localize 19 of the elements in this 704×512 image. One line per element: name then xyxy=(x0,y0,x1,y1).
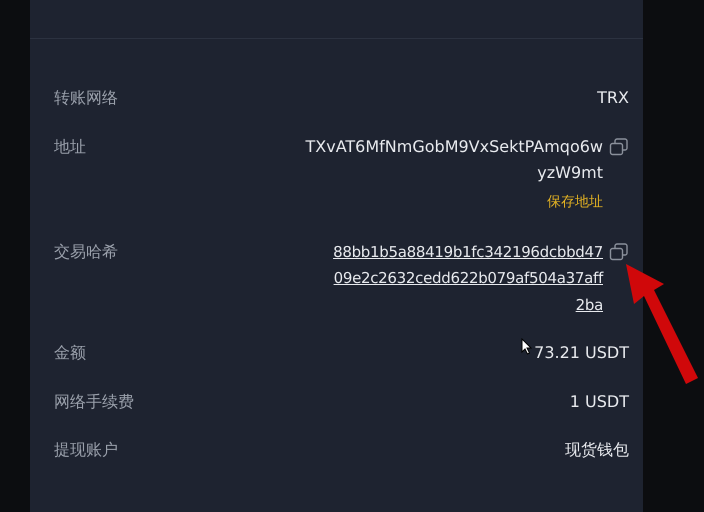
hash-link[interactable]: 2ba xyxy=(576,292,603,318)
field-value: TRX xyxy=(597,87,629,109)
field-label: 网络手续费 xyxy=(54,390,134,412)
field-value: 73.21 USDT xyxy=(534,342,629,364)
field-label: 金额 xyxy=(54,342,86,364)
field-label: 交易哈希 xyxy=(54,240,118,262)
field-value: 1 USDT xyxy=(570,390,629,412)
hash-link[interactable]: 09e2c2632cedd622b079af504a37aff xyxy=(334,265,603,292)
field-value: TXvAT6MfNmGobM9VxSektPAmqo6w xyxy=(306,136,603,158)
field-label: 转账网络 xyxy=(54,87,118,109)
field-label: 地址 xyxy=(54,136,86,158)
copy-button[interactable] xyxy=(609,242,629,260)
save-address-link[interactable]: 保存地址 xyxy=(547,186,603,216)
field-label: 提现账户 xyxy=(54,439,118,461)
cursor-icon xyxy=(521,338,532,355)
field-value: yzW9mt xyxy=(537,162,603,184)
copy-button[interactable] xyxy=(609,138,629,156)
field-value: 现货钱包 xyxy=(565,439,629,461)
hash-link[interactable]: 88bb1b5a88419b1fc342196dcbbd47 xyxy=(333,238,603,265)
